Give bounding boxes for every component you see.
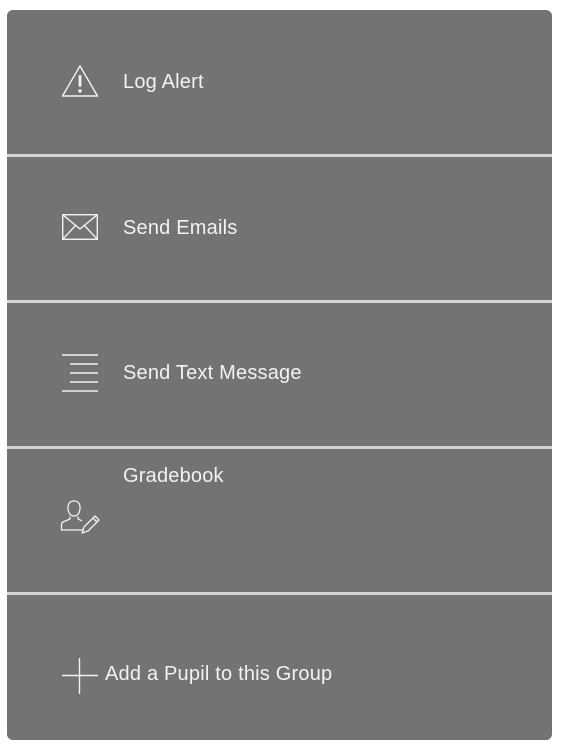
menu-item-label: Add a Pupil to this Group <box>105 663 333 685</box>
menu-item-label: Send Emails <box>123 217 238 239</box>
menu-item-send-emails[interactable]: Send Emails <box>7 157 552 300</box>
menu-item-log-alert[interactable]: Log Alert <box>7 10 552 154</box>
warning-icon <box>61 65 99 97</box>
envelope-icon <box>62 214 98 240</box>
plus-icon <box>62 658 98 694</box>
menu-item-label: Send Text Message <box>123 362 302 384</box>
menu-item-label: Gradebook <box>123 465 224 487</box>
action-menu: Log Alert Send Emails Send Text Message … <box>7 10 552 740</box>
user-edit-icon <box>60 500 100 534</box>
menu-item-send-text-message[interactable]: Send Text Message <box>7 303 552 446</box>
menu-item-add-pupil[interactable]: Add a Pupil to this Group <box>7 595 552 740</box>
menu-item-label: Log Alert <box>123 71 204 93</box>
menu-item-gradebook[interactable]: Gradebook <box>7 449 552 592</box>
text-lines-icon <box>62 354 98 392</box>
